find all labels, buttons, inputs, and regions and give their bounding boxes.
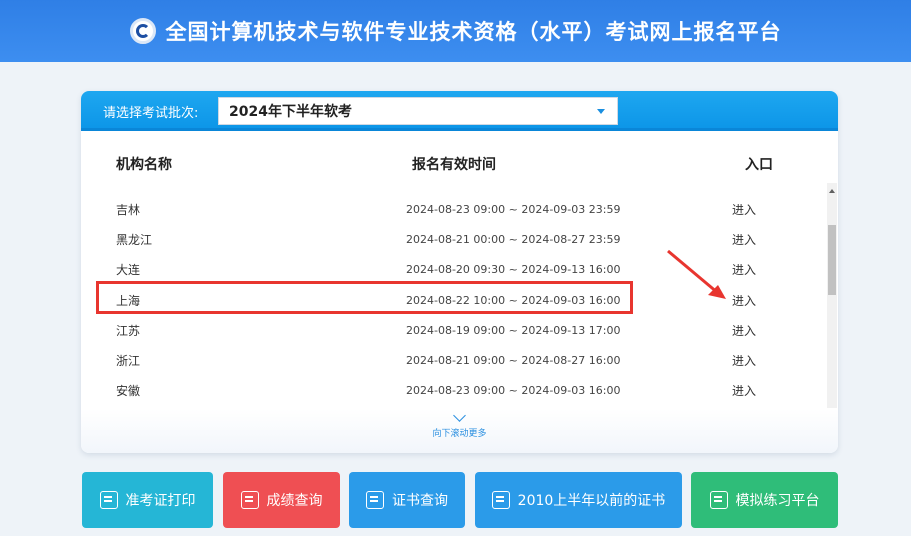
document-search-icon bbox=[240, 491, 259, 509]
practice-platform-button[interactable]: 模拟练习平台 bbox=[691, 472, 838, 528]
scroll-more-hint[interactable]: 向下滚动更多 bbox=[81, 409, 838, 453]
enter-link[interactable]: 进入 bbox=[732, 231, 756, 248]
registration-period: 2024-08-21 00:00 ~ 2024-08-27 23:59 bbox=[406, 232, 621, 246]
batch-selected-value: 2024年下半年软考 bbox=[229, 104, 352, 120]
enter-link[interactable]: 进入 bbox=[732, 322, 756, 339]
institution-name: 浙江 bbox=[116, 354, 141, 369]
site-logo bbox=[129, 18, 156, 44]
scroll-thumb[interactable] bbox=[828, 225, 836, 295]
score-query-button[interactable]: 成绩查询 bbox=[223, 472, 340, 528]
table-row: 安徽 2024-08-23 09:00 ~ 2024-09-03 16:00 进… bbox=[81, 376, 826, 406]
certificate-query-button[interactable]: 证书查询 bbox=[349, 472, 465, 528]
enter-link[interactable]: 进入 bbox=[732, 201, 756, 218]
admit-card-print-label: 准考证打印 bbox=[125, 493, 196, 509]
legacy-certificate-label: 2010上半年以前的证书 bbox=[517, 493, 666, 509]
institution-name: 安徽 bbox=[116, 384, 141, 399]
batch-select[interactable]: 2024年下半年软考 bbox=[218, 97, 618, 125]
registration-period: 2024-08-23 09:00 ~ 2024-09-03 23:59 bbox=[406, 202, 621, 216]
registration-period: 2024-08-23 09:00 ~ 2024-09-03 16:00 bbox=[406, 384, 621, 398]
registration-period: 2024-08-20 09:30 ~ 2024-09-13 16:00 bbox=[406, 263, 621, 277]
enter-link[interactable]: 进入 bbox=[732, 261, 756, 278]
certificate-search-icon bbox=[366, 491, 384, 509]
institution-name: 大连 bbox=[116, 263, 141, 278]
chevron-down-icon bbox=[453, 409, 466, 422]
table-row: 吉林 2024-08-23 09:00 ~ 2024-09-03 23:59 进… bbox=[81, 194, 826, 224]
scroll-up-arrow-icon[interactable] bbox=[829, 189, 835, 193]
certificate-query-label: 证书查询 bbox=[392, 493, 448, 509]
institution-name: 吉林 bbox=[116, 202, 141, 217]
column-header-time: 报名有效时间 bbox=[412, 157, 496, 173]
legacy-certificate-button[interactable]: 2010上半年以前的证书 bbox=[475, 472, 682, 528]
enter-link[interactable]: 进入 bbox=[732, 382, 756, 399]
institution-name: 黑龙江 bbox=[116, 232, 153, 247]
list-scrollbar[interactable] bbox=[827, 183, 837, 408]
enter-link[interactable]: 进入 bbox=[732, 352, 756, 369]
practice-edit-icon bbox=[709, 491, 728, 509]
site-title: 全国计算机技术与软件专业技术资格（水平）考试网上报名平台 bbox=[165, 20, 782, 44]
column-header-entry: 入口 bbox=[745, 157, 773, 173]
annotation-arrow-icon bbox=[667, 249, 726, 299]
admit-card-print-button[interactable]: 准考证打印 bbox=[82, 472, 213, 528]
score-query-label: 成绩查询 bbox=[266, 493, 323, 509]
site-header: 全国计算机技术与软件专业技术资格（水平）考试网上报名平台 bbox=[0, 0, 911, 62]
table-row: 江苏 2024-08-19 09:00 ~ 2024-09-13 17:00 进… bbox=[81, 315, 826, 345]
batch-bar: 请选择考试批次: 2024年下半年软考 bbox=[81, 91, 838, 131]
certificate-search-icon bbox=[491, 491, 510, 509]
table-row: 浙江 2024-08-21 09:00 ~ 2024-08-27 16:00 进… bbox=[81, 345, 826, 375]
registration-period: 2024-08-21 09:00 ~ 2024-08-27 16:00 bbox=[406, 354, 621, 368]
institution-name: 江苏 bbox=[116, 323, 141, 338]
enter-link[interactable]: 进入 bbox=[732, 292, 756, 309]
registration-period: 2024-08-19 09:00 ~ 2024-09-13 17:00 bbox=[406, 323, 621, 337]
batch-label: 请选择考试批次: bbox=[103, 106, 199, 121]
highlight-box bbox=[96, 281, 633, 314]
column-header-name: 机构名称 bbox=[116, 157, 172, 173]
practice-platform-label: 模拟练习平台 bbox=[735, 493, 820, 509]
scroll-more-text: 向下滚动更多 bbox=[432, 429, 487, 439]
chevron-down-icon bbox=[597, 109, 605, 114]
id-card-icon bbox=[99, 491, 118, 509]
